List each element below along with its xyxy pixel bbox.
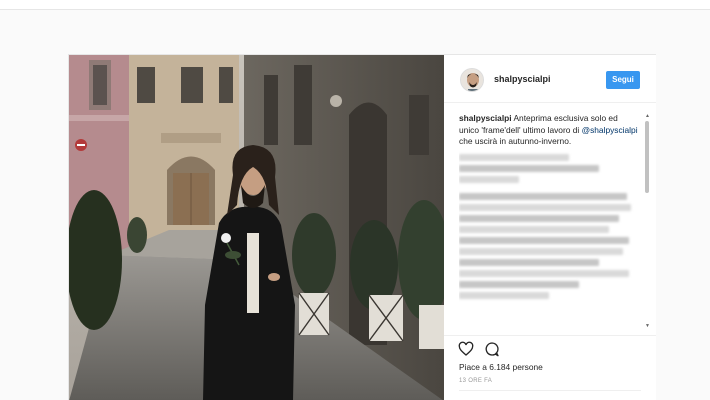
blurred-comment-line [459, 225, 609, 233]
blurred-comment-line [459, 164, 599, 172]
caption-text-after: che uscirà in autunno-inverno. [459, 136, 572, 146]
blurred-comment-line [459, 236, 629, 244]
blurred-comment-line [459, 214, 619, 222]
blurred-comment-line [459, 153, 569, 161]
blurred-comment-line [459, 247, 623, 255]
comments-scrollbar[interactable]: ▲ ▼ [644, 113, 650, 331]
blurred-comment-line [459, 269, 629, 277]
caption-username[interactable]: shalpyscialpi [459, 113, 512, 123]
avatar-portrait-icon [461, 69, 483, 91]
blurred-comment-line [459, 291, 549, 299]
username-link[interactable]: shalpyscialpi [494, 74, 551, 84]
post-photo[interactable] [69, 55, 444, 400]
blurred-comment-line [459, 192, 627, 200]
arrow-down-icon[interactable]: ▼ [645, 323, 650, 329]
blurred-comment-line [459, 175, 519, 183]
top-bar [0, 0, 710, 10]
instagram-post: shalpyscialpi Segui shalpyscialpi Antepr… [68, 54, 656, 400]
photo-illustration [69, 55, 444, 400]
avatar[interactable] [460, 68, 484, 92]
post-header: shalpyscialpi Segui [444, 55, 656, 103]
follow-button[interactable]: Segui [606, 71, 640, 89]
divider [459, 390, 641, 391]
post-timestamp: 13 ORE FA [459, 378, 493, 384]
post-actions: Piace a 6.184 persone 13 ORE FA [444, 335, 656, 400]
heart-icon[interactable] [458, 341, 474, 357]
arrow-up-icon[interactable]: ▲ [645, 113, 650, 119]
blurred-comment-line [459, 203, 631, 211]
scrollbar-thumb[interactable] [645, 121, 649, 193]
comments-section: shalpyscialpi Anteprima esclusiva solo e… [459, 113, 639, 331]
post-sidebar: shalpyscialpi Segui shalpyscialpi Antepr… [444, 55, 656, 400]
blurred-comment-line [459, 280, 579, 288]
likes-count[interactable]: Piace a 6.184 persone [459, 362, 543, 372]
blurred-comment-line [459, 258, 599, 266]
post-caption: shalpyscialpi Anteprima esclusiva solo e… [459, 113, 639, 148]
caption-mention[interactable]: @shalpyscialpi [582, 125, 638, 135]
blurred-comments [459, 153, 639, 299]
comment-bubble-icon[interactable] [484, 341, 500, 357]
